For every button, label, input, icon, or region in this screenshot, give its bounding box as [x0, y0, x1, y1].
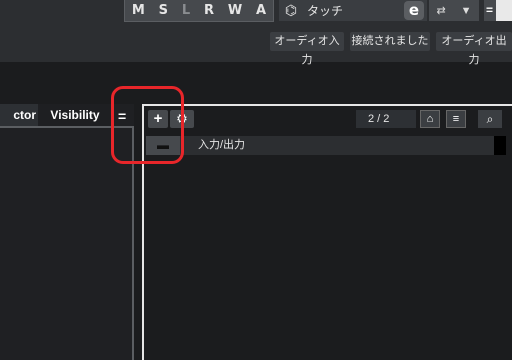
automation-icon: ⌬	[284, 2, 298, 18]
solo-button[interactable]: S	[159, 3, 168, 18]
automation-mode-label: タッチ	[307, 4, 344, 18]
overflow-controls[interactable]: =	[484, 0, 512, 21]
write-button[interactable]: W	[228, 3, 242, 18]
row-end	[494, 136, 506, 155]
audio-input-button[interactable]: オーディオ入力	[270, 32, 344, 66]
home-button[interactable]: ⌂	[420, 110, 440, 128]
audio-output-button[interactable]: オーディオ出力	[436, 32, 512, 66]
automation-button[interactable]: A	[256, 3, 266, 18]
highlight-annotation	[111, 86, 184, 164]
panel-edge	[496, 0, 512, 21]
routing-dropdown[interactable]: ⇄ ▼	[429, 0, 479, 21]
item-count: 2 / 2	[356, 110, 416, 128]
tab-visibility[interactable]: Visibility	[40, 104, 110, 126]
listen-button[interactable]: L	[182, 3, 190, 18]
read-button[interactable]: R	[204, 3, 214, 18]
connected-status-button[interactable]: 接続されました	[350, 32, 430, 51]
mute-button[interactable]: M	[132, 3, 145, 18]
edit-channel-button[interactable]: e	[404, 1, 424, 20]
list-item[interactable]: ▬ 入力/出力	[146, 136, 496, 155]
routing-icon: ⇄	[436, 5, 446, 17]
list-icon: ≡	[452, 113, 460, 125]
left-panel-content	[0, 126, 134, 360]
list-item-label: 入力/出力	[198, 139, 246, 151]
track-state-buttons: M S L R W A	[124, 0, 274, 22]
chevron-down-icon: ▼	[460, 4, 472, 17]
tab-inspector[interactable]: ctor	[0, 104, 38, 126]
search-button[interactable]: ⌕	[478, 110, 502, 128]
menu-icon: =	[486, 3, 494, 17]
search-icon: ⌕	[486, 112, 494, 126]
home-icon: ⌂	[426, 113, 434, 125]
list-view-button[interactable]: ≡	[446, 110, 466, 128]
